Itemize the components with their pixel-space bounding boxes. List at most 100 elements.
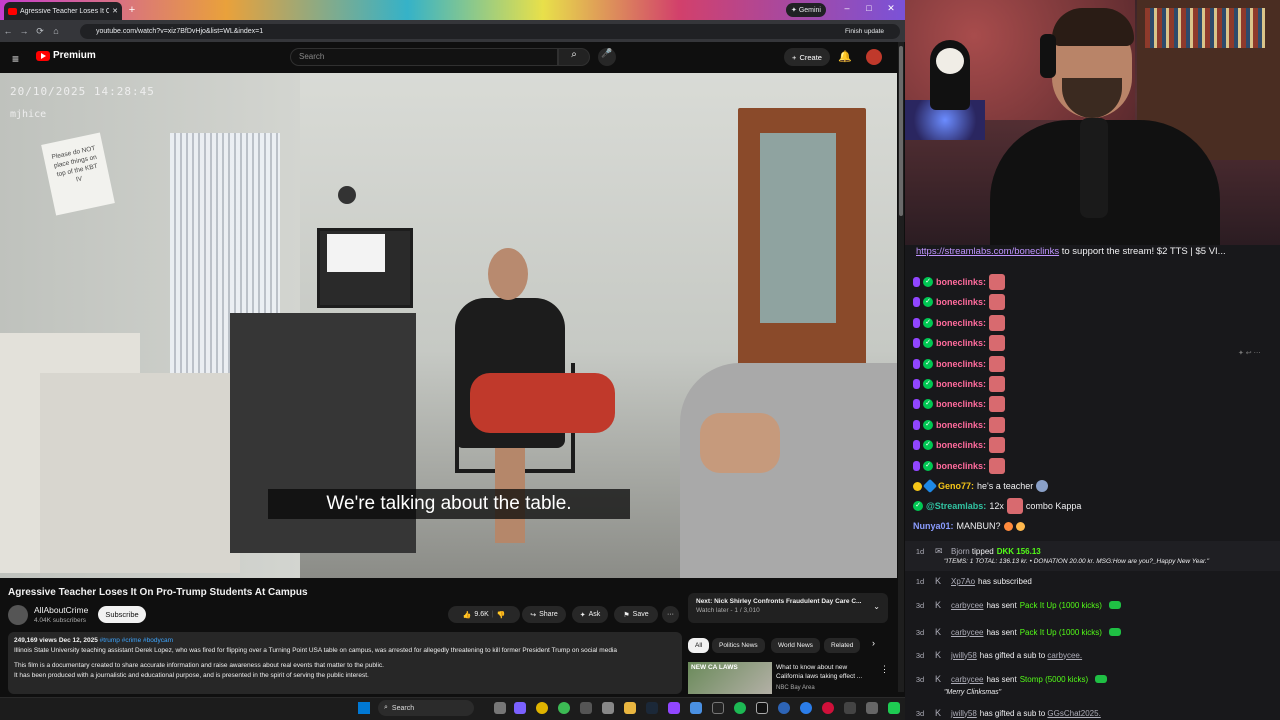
search-input[interactable]: Search [290,48,558,66]
subscribe-button[interactable]: Subscribe [98,606,146,623]
share-icon: ↪ [530,611,537,619]
forward-icon[interactable]: → [16,26,32,36]
file-explorer-icon[interactable] [624,702,636,714]
description-meta: 249,169 views Dec 12, 2025 [14,637,98,644]
description-line: It has been produced with a journalistic… [14,671,369,679]
youtube-logo[interactable]: Premium [36,50,96,61]
chat-username[interactable]: @Streamlabs: [926,501,986,511]
chat-username[interactable]: boneclinks: [936,318,986,328]
description-hashtags[interactable]: #trump #crime #bodycam [100,637,173,644]
chip-world-news[interactable]: World News [771,638,820,653]
ask-button[interactable]: ✦ Ask [572,606,608,623]
app-icon[interactable] [690,702,702,714]
event-target[interactable]: carbycee. [1047,651,1082,660]
app-icon[interactable] [844,702,856,714]
event-user[interactable]: carbycee [951,675,983,684]
windows-start-icon[interactable] [358,702,370,714]
steam-icon[interactable] [646,702,658,714]
gemini-button[interactable]: ✦ Gemini [786,3,826,17]
verified-icon: ✓ [923,358,933,369]
window-minimize-button[interactable]: – [840,3,854,13]
more-vert-icon[interactable]: ⋮ [880,664,889,675]
chat-username[interactable]: boneclinks: [936,440,986,450]
chat-username[interactable]: boneclinks: [936,297,986,307]
app-icon[interactable] [580,702,592,714]
address-bar[interactable]: youtube.com/watch?v=xiz7BfDvHjo&list=WL&… [80,24,900,39]
app-icon[interactable] [668,702,680,714]
reload-icon[interactable]: ⟳ [32,26,48,37]
streamlabs-link[interactable]: https://streamlabs.com/boneclinks [916,246,1059,257]
chevron-down-icon[interactable]: ⌄ [873,602,880,611]
message-tools[interactable]: ✦ ↩ ⋯ [1238,349,1261,357]
app-icon[interactable] [756,702,768,714]
share-button[interactable]: ↪ Share [522,606,566,623]
save-button[interactable]: ⚑ Save [614,606,658,623]
chat-message-text: combo Kappa [1025,501,1082,511]
dislike-icon[interactable]: 👎 [497,611,506,619]
page-scrollbar-thumb[interactable] [899,46,903,216]
chevron-right-icon[interactable]: › [872,638,875,648]
video-description[interactable]: 249,169 views Dec 12, 2025 #trump #crime… [8,632,682,694]
new-tab-button[interactable]: + [126,4,138,16]
event-user[interactable]: carbycee [951,628,983,637]
vip-mic-icon [913,297,920,308]
window-close-button[interactable]: ✕ [884,3,898,14]
browser-tab[interactable]: Agressive Teacher Loses It O ✕ [4,2,122,20]
microphone-icon[interactable]: 🎤 [598,48,616,66]
more-actions-button[interactable]: ··· [662,606,679,623]
chip-politics-news[interactable]: Politics News [712,638,765,653]
video-scene-door-glass [760,133,836,323]
task-view-icon[interactable] [494,702,506,714]
chat-username[interactable]: Nunya01: [913,521,954,531]
event-user[interactable]: jwilly58 [951,709,977,718]
app-icon[interactable] [712,702,724,714]
tab-close-icon[interactable]: ✕ [112,7,118,15]
home-icon[interactable]: ⌂ [48,26,64,36]
event-user[interactable]: carbycee [951,601,983,610]
chip-related[interactable]: Related [824,638,861,653]
chat-username[interactable]: boneclinks: [936,379,986,389]
notifications-bell-icon[interactable]: 🔔 [838,50,852,63]
chat-username[interactable]: boneclinks: [936,338,986,348]
like-count[interactable]: 9.6K [474,611,488,618]
playlist-next-panel[interactable]: Next: Nick Shirley Confronts Fraudulent … [688,593,888,623]
event-user[interactable]: jwilly58 [951,651,977,660]
create-button[interactable]: + Create [784,48,830,66]
chat-username[interactable]: boneclinks: [936,399,986,409]
chip-all[interactable]: All [688,638,710,653]
hamburger-menu-icon[interactable]: ≡ [12,52,19,66]
account-avatar[interactable] [866,49,882,65]
event-user[interactable]: Bjorn [951,547,970,556]
app-icon[interactable] [800,702,812,714]
chat-username[interactable]: boneclinks: [936,359,986,369]
chat-username[interactable]: boneclinks: [936,277,986,287]
window-maximize-button[interactable]: □ [862,3,876,13]
spotify-icon[interactable] [734,702,746,714]
channel-avatar[interactable] [8,605,28,625]
chrome-icon[interactable] [536,702,548,714]
related-video-thumbnail[interactable]: NEW CA LAWS [688,662,772,694]
related-video-title[interactable]: What to know about new California laws t… [776,663,872,681]
event-user[interactable]: Xp7Ao [951,577,975,586]
app-icon[interactable] [602,702,614,714]
chat-username[interactable]: Geno77: [938,481,974,491]
event-target[interactable]: GGsChat2025. [1047,709,1100,718]
chat-username[interactable]: boneclinks: [936,420,986,430]
channel-name[interactable]: AllAboutCrime [34,605,88,615]
finish-update-button[interactable]: Finish update [845,28,884,35]
search-icon[interactable]: ⌕ [558,48,590,66]
app-icon[interactable] [888,702,900,714]
app-icon[interactable] [514,702,526,714]
taskbar-search[interactable]: ⌕ Search [378,700,474,716]
verified-icon: ✓ [923,338,933,349]
back-icon[interactable]: ← [0,26,16,36]
event-age: 1d [915,576,925,586]
app-icon[interactable] [558,702,570,714]
chat-username[interactable]: boneclinks: [936,461,986,471]
chat-message: ✓ boneclinks: [913,354,1006,374]
event-action: has sent [986,627,1017,637]
app-icon[interactable] [822,702,834,714]
app-icon[interactable] [866,702,878,714]
like-icon[interactable]: 👍 [463,611,472,619]
app-icon[interactable] [778,702,790,714]
